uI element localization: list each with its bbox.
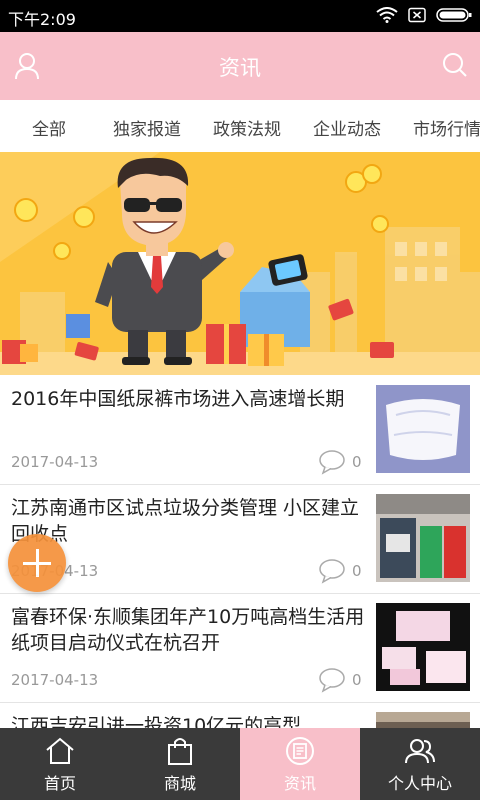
tab-exclusive[interactable]: 独家报道 xyxy=(113,115,181,140)
nav-home[interactable]: 首页 xyxy=(0,728,120,800)
article-thumbnail[interactable] xyxy=(376,603,470,691)
status-time: 下午2:09 xyxy=(8,10,76,29)
comment-icon xyxy=(319,668,345,693)
comment-count: 0 xyxy=(352,453,362,471)
nav-news[interactable]: 资讯 xyxy=(240,728,360,800)
category-tabs: 全部 独家报道 政策法规 企业动态 市场行情 xyxy=(0,100,480,153)
tab-company-news[interactable]: 企业动态 xyxy=(313,115,381,140)
home-icon xyxy=(46,737,74,764)
banner-image[interactable] xyxy=(0,152,480,375)
nav-mall[interactable]: 商城 xyxy=(120,728,240,800)
nav-profile-label: 个人中心 xyxy=(387,774,452,793)
article-item[interactable]: 富春环保·东顺集团年产10万吨高档生活用纸项目启动仪式在杭召开 2017-04-… xyxy=(0,594,480,703)
search-icon[interactable] xyxy=(442,52,468,78)
banner-illustration xyxy=(0,152,480,375)
article-title: 2016年中国纸尿裤市场进入高速增长期 xyxy=(11,388,345,410)
nav-mall-label: 商城 xyxy=(163,774,196,793)
article-item[interactable]: 2016年中国纸尿裤市场进入高速增长期 2017-04-13 0 xyxy=(0,376,480,485)
comment-icon xyxy=(319,450,345,475)
article-thumbnail[interactable] xyxy=(376,385,470,473)
app-header: 资讯 xyxy=(0,32,480,100)
nav-home-label: 首页 xyxy=(43,774,76,793)
users-icon xyxy=(405,739,435,764)
wifi-icon xyxy=(376,7,398,23)
article-title: 江苏南通市区试点垃圾分类管理 小区建立回收点 xyxy=(11,497,360,545)
add-fab-button[interactable] xyxy=(8,534,66,592)
nav-profile[interactable]: 个人中心 xyxy=(360,728,480,800)
tab-market[interactable]: 市场行情 xyxy=(413,115,480,140)
tab-all[interactable]: 全部 xyxy=(32,115,66,140)
article-thumbnail[interactable] xyxy=(376,494,470,582)
article-date: 2017-04-13 xyxy=(11,671,99,689)
shopping-bag-icon xyxy=(168,738,192,765)
sim-icon xyxy=(408,7,426,23)
battery-icon xyxy=(436,8,472,22)
comment-count: 0 xyxy=(352,671,362,689)
page-title: 资讯 xyxy=(219,56,261,80)
tab-policy[interactable]: 政策法规 xyxy=(213,115,281,140)
article-title: 富春环保·东顺集团年产10万吨高档生活用纸项目启动仪式在杭召开 xyxy=(11,606,365,654)
comment-icon xyxy=(319,559,345,584)
nav-news-label: 资讯 xyxy=(283,774,316,793)
news-icon xyxy=(286,737,314,765)
article-date: 2017-04-13 xyxy=(11,453,99,471)
article-item[interactable]: 江苏南通市区试点垃圾分类管理 小区建立回收点 2017-04-13 0 xyxy=(0,485,480,594)
bottom-nav: 首页 商城 资讯 个人中心 xyxy=(0,728,480,800)
comment-count: 0 xyxy=(352,562,362,580)
status-bar: 下午2:09 xyxy=(0,0,480,32)
status-icons xyxy=(376,7,472,23)
